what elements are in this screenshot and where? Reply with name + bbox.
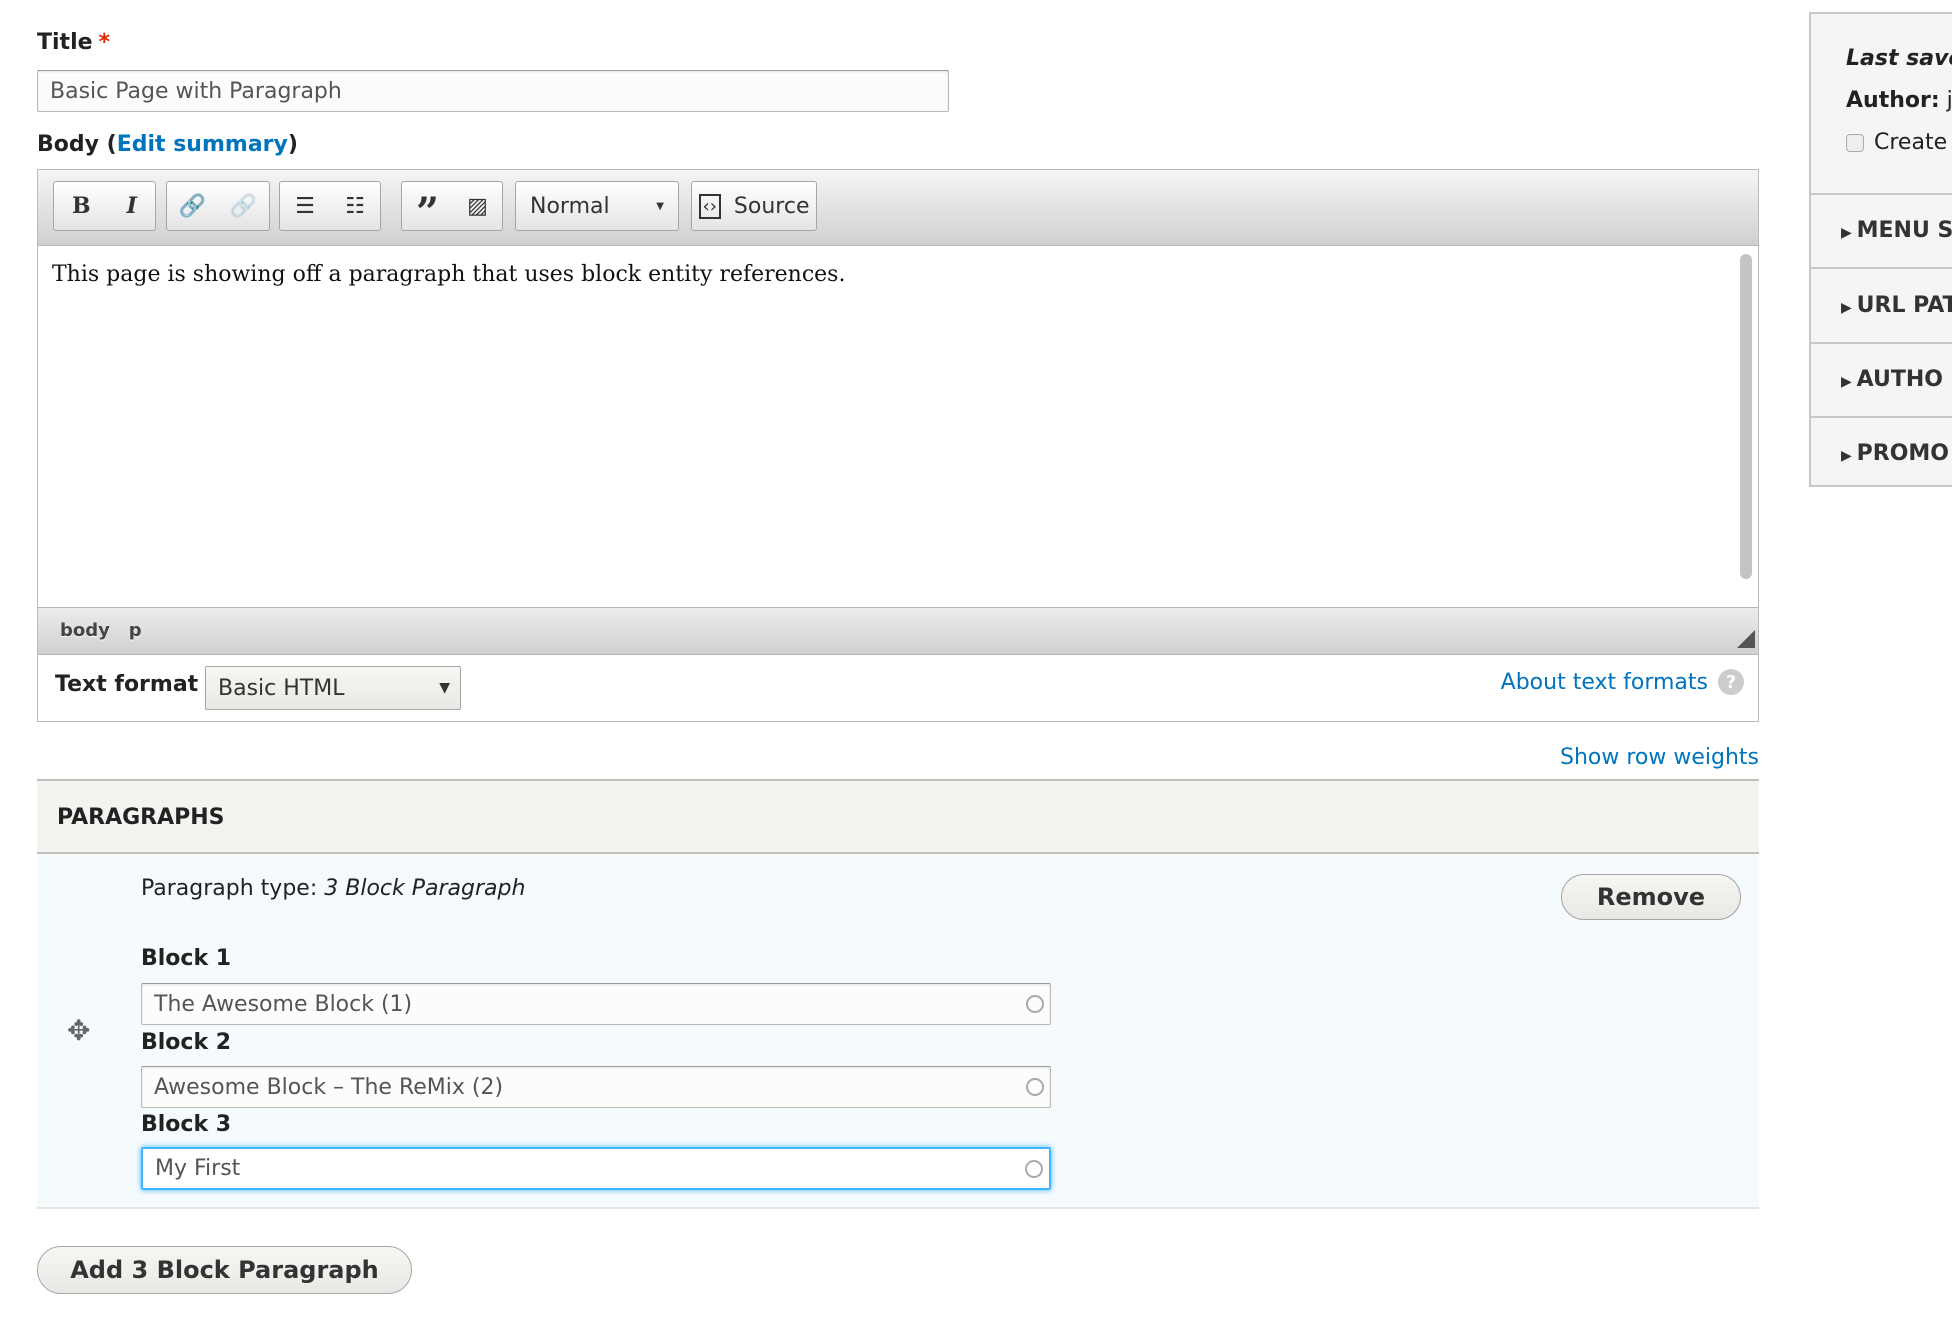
block-1-label: Block 1 — [141, 946, 232, 971]
path-body[interactable]: body — [60, 620, 110, 641]
sidebar-section-url[interactable]: ▶ URL PAT — [1811, 293, 1952, 318]
body-label: Body (Edit summary) — [37, 132, 298, 157]
source-button[interactable]: ‹› Source — [691, 181, 817, 231]
unlink-icon[interactable]: 🔗 — [230, 194, 257, 219]
edit-summary-link[interactable]: Edit summary — [117, 132, 288, 157]
remove-button[interactable]: Remove — [1561, 874, 1741, 920]
image-icon[interactable]: ▨ — [467, 194, 488, 219]
drag-handle-icon[interactable]: ✥ — [67, 1014, 90, 1047]
sidebar-meta: Last save Author: j Create ▶ MENU S ▶ UR… — [1809, 12, 1952, 487]
sidebar-section-menu[interactable]: ▶ MENU S — [1811, 218, 1952, 243]
triangle-right-icon: ▶ — [1841, 300, 1857, 316]
resize-handle-icon[interactable] — [1737, 630, 1755, 648]
block-3-label: Block 3 — [141, 1112, 232, 1137]
blockquote-icon[interactable]: ” — [416, 189, 439, 233]
sidebar-section-authoring[interactable]: ▶ AUTHO — [1811, 367, 1952, 392]
source-icon: ‹› — [698, 193, 721, 219]
title-label: Title * — [37, 30, 111, 55]
create-revision-checkbox[interactable] — [1846, 133, 1864, 152]
required-marker: * — [98, 30, 111, 55]
help-icon[interactable]: ? — [1718, 669, 1744, 695]
editor-scrollbar[interactable] — [1740, 254, 1752, 579]
triangle-right-icon: ▶ — [1841, 374, 1857, 390]
triangle-right-icon: ▶ — [1841, 225, 1857, 241]
paragraph-type: Paragraph type: 3 Block Paragraph — [141, 876, 526, 901]
add-3-block-paragraph-button[interactable]: Add 3 Block Paragraph — [37, 1246, 412, 1294]
show-row-weights-link[interactable]: Show row weights — [1560, 745, 1759, 770]
editor-content[interactable]: This page is showing off a paragraph tha… — [38, 246, 1758, 607]
select-arrow-icon: ▼ — [439, 680, 450, 696]
create-revision[interactable]: Create — [1846, 130, 1947, 155]
dropdown-caret-icon: ▼ — [656, 200, 664, 212]
about-text-formats-link[interactable]: About text formats — [1501, 670, 1708, 695]
link-icon[interactable]: 🔗 — [179, 194, 206, 219]
bulleted-list-icon[interactable]: ☰ — [295, 194, 315, 219]
block-3-input[interactable]: My First — [141, 1147, 1051, 1190]
triangle-right-icon: ▶ — [1841, 448, 1857, 464]
autocomplete-icon — [1025, 1159, 1043, 1178]
autocomplete-icon — [1026, 995, 1044, 1013]
text-format-row: Text format Basic HTML ▼ About text forma… — [38, 655, 1758, 721]
block-2-input[interactable]: Awesome Block – The ReMix (2) — [141, 1066, 1051, 1108]
paragraph-row: ✥ Paragraph type: 3 Block Paragraph Remo… — [37, 854, 1759, 1209]
title-input[interactable]: Basic Page with Paragraph — [37, 70, 949, 112]
paragraphs-heading: PARAGRAPHS — [57, 805, 225, 830]
editor-path-bar: body p — [38, 607, 1758, 655]
block-1-input[interactable]: The Awesome Block (1) — [141, 983, 1051, 1025]
author-info: Author: j — [1846, 88, 1952, 113]
italic-button[interactable]: I — [127, 193, 137, 219]
text-format-select[interactable]: Basic HTML ▼ — [205, 666, 461, 710]
block-2-label: Block 2 — [141, 1030, 232, 1055]
path-p[interactable]: p — [129, 620, 142, 641]
bold-button[interactable]: B — [72, 193, 91, 219]
rich-text-editor: B I 🔗 🔗 ☰ ☷ ” ▨ Normal ▼ ‹› Source This page i… — [37, 169, 1759, 722]
last-saved: Last save — [1846, 46, 1952, 71]
editor-toolbar: B I 🔗 🔗 ☰ ☷ ” ▨ Normal ▼ ‹› Source — [38, 170, 1758, 246]
text-format-label: Text format — [55, 672, 199, 697]
paragraphs-header: PARAGRAPHS — [37, 779, 1759, 854]
format-dropdown[interactable]: Normal ▼ — [515, 181, 679, 231]
sidebar-section-promotion[interactable]: ▶ PROMO — [1811, 441, 1952, 466]
autocomplete-icon — [1026, 1078, 1044, 1096]
numbered-list-icon[interactable]: ☷ — [345, 194, 365, 219]
